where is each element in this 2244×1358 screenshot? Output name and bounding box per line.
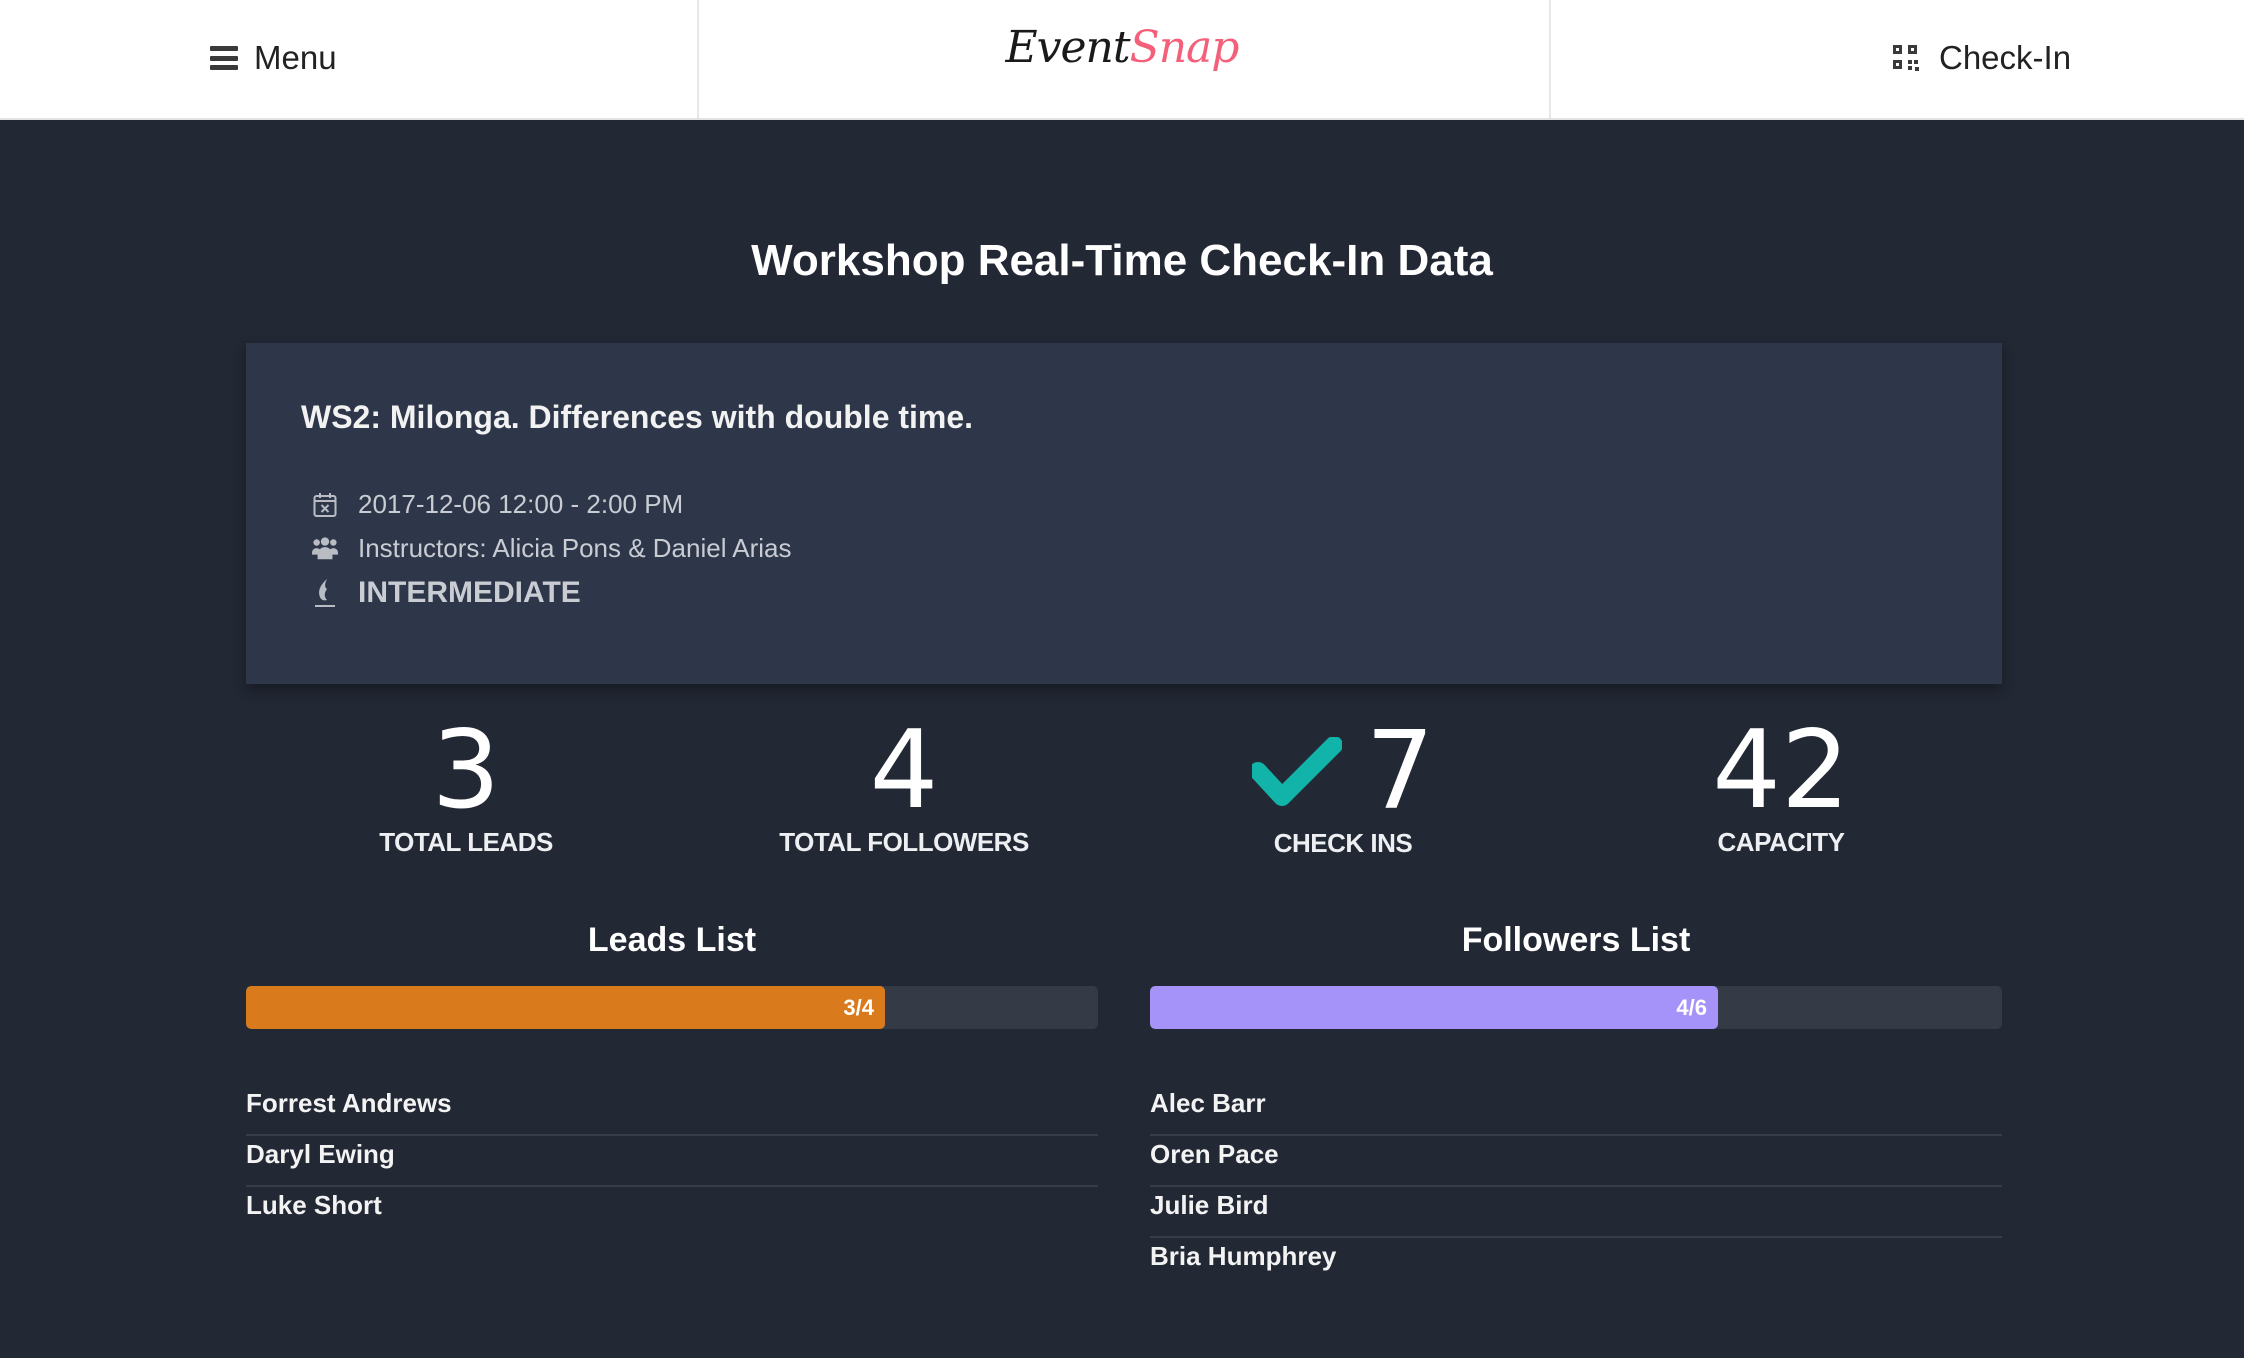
attendee-name: Forrest Andrews: [246, 1088, 452, 1118]
stat-total-leads: 3 TOTAL LEADS: [266, 715, 666, 858]
followers-list-item[interactable]: Bria Humphrey: [1150, 1238, 2002, 1289]
stat-check-ins: 7 CHECK INS: [1143, 715, 1543, 859]
attendee-name: Bria Humphrey: [1150, 1241, 1337, 1271]
leads-progress-bar: 3/4: [246, 986, 1098, 1029]
users-icon: [312, 535, 338, 563]
followers-section: Followers List 4/6 Alec Barr Oren Pace Jul…: [1150, 915, 2002, 1289]
stat-total-followers: 4 TOTAL FOLLOWERS: [704, 715, 1104, 858]
logo-text-snap: Snap: [1129, 22, 1240, 73]
stat-label: CAPACITY: [1717, 827, 1845, 857]
check-in-label: Check-In: [1939, 39, 2072, 76]
header-divider: [1549, 0, 1551, 118]
stat-label: CHECK INS: [1273, 828, 1413, 858]
stat-capacity: 42 CAPACITY: [1581, 715, 1981, 858]
attendee-name: Alec Barr: [1150, 1088, 1266, 1118]
flame-icon: [312, 579, 338, 607]
followers-progress-fill: 4/6: [1150, 986, 1718, 1029]
followers-progress-label: 4/6: [1676, 995, 1707, 1020]
workshop-title: WS2: Milonga. Differences with double ti…: [301, 399, 974, 435]
leads-list: Forrest Andrews Daryl Ewing Luke Short: [246, 1085, 1098, 1238]
stat-value: 42: [1712, 708, 1850, 833]
checkmark-icon: [1251, 737, 1342, 806]
attendee-name: Oren Pace: [1150, 1139, 1279, 1169]
stat-value: 4: [869, 708, 939, 833]
calendar-icon: [312, 491, 338, 519]
followers-list: Alec Barr Oren Pace Julie Bird Bria Humphre…: [1150, 1085, 2002, 1289]
qr-code-icon: [1893, 45, 1919, 71]
workshop-level: INTERMEDIATE: [312, 576, 581, 610]
followers-progress-bar: 4/6: [1150, 986, 2002, 1029]
level-text: INTERMEDIATE: [358, 576, 581, 609]
leads-progress-fill: 3/4: [246, 986, 885, 1029]
datetime-text: 2017-12-06 12:00 - 2:00 PM: [358, 489, 684, 519]
leads-list-item[interactable]: Forrest Andrews: [246, 1085, 1098, 1136]
stat-value: 3: [431, 708, 501, 833]
attendee-name: Julie Bird: [1150, 1190, 1269, 1220]
followers-list-item[interactable]: Alec Barr: [1150, 1085, 2002, 1136]
attendee-name: Daryl Ewing: [246, 1139, 395, 1169]
leads-progress-label: 3/4: [843, 995, 874, 1020]
followers-list-title: Followers List: [1461, 921, 1691, 959]
page-title: Workshop Real-Time Check-In Data: [751, 236, 1493, 285]
workshop-card: WS2: Milonga. Differences with double ti…: [246, 343, 2002, 684]
workshop-instructors: Instructors: Alicia Pons & Daniel Arias: [312, 533, 792, 564]
leads-section: Leads List 3/4 Forrest Andrews Daryl Ewin…: [246, 915, 1098, 1238]
followers-list-item[interactable]: Oren Pace: [1150, 1136, 2002, 1187]
stat-label: TOTAL FOLLOWERS: [779, 827, 1029, 857]
attendee-name: Luke Short: [246, 1190, 382, 1220]
workshop-datetime: 2017-12-06 12:00 - 2:00 PM: [312, 489, 683, 520]
followers-list-item[interactable]: Julie Bird: [1150, 1187, 2002, 1238]
stat-value: 7: [1365, 709, 1435, 834]
leads-list-title: Leads List: [587, 921, 757, 959]
leads-list-item[interactable]: Daryl Ewing: [246, 1136, 1098, 1187]
stat-label: TOTAL LEADS: [379, 827, 553, 857]
leads-list-item[interactable]: Luke Short: [246, 1187, 1098, 1238]
instructors-text: Instructors: Alicia Pons & Daniel Arias: [358, 533, 792, 563]
check-in-button[interactable]: Check-In: [1893, 30, 2071, 86]
logo-text-event: Event: [1005, 22, 1131, 73]
top-nav: Menu EventSnap Check-In: [0, 0, 2244, 120]
